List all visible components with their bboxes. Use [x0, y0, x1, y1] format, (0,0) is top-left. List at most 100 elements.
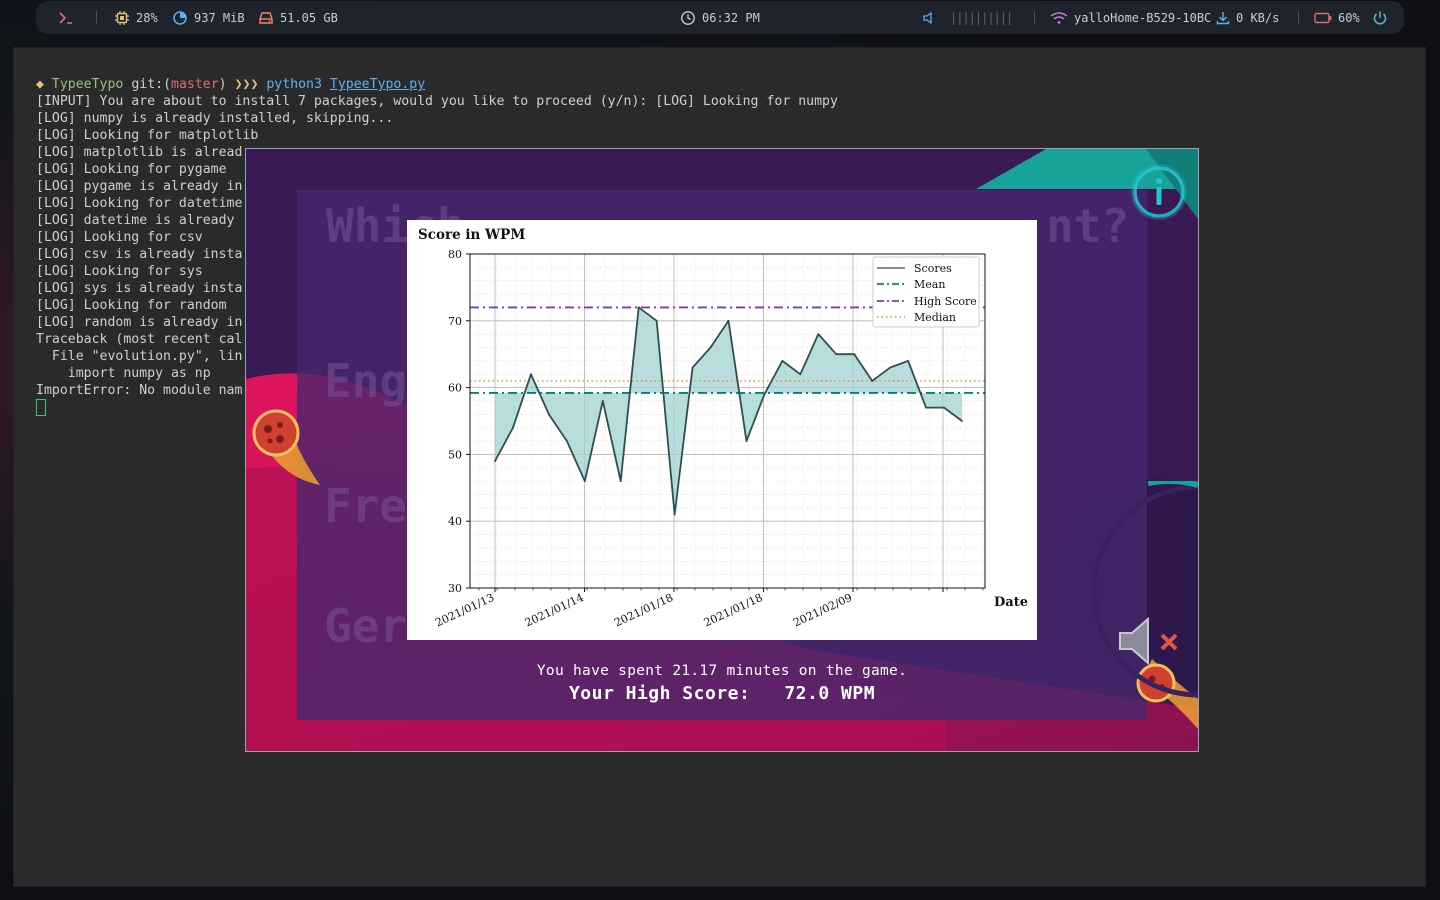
score-point — [781, 359, 784, 362]
clock-time: 06:32 PM — [702, 10, 760, 25]
x-tick-label: 2021/02/09 — [791, 591, 854, 630]
clock-icon — [680, 10, 696, 26]
output-line: [LOG] Looking for matplotlib — [36, 128, 259, 143]
battery-level: 60% — [1338, 10, 1360, 25]
terminal-cursor — [36, 399, 46, 416]
score-point — [494, 460, 496, 462]
x-tick-label: 2021/01/13 — [433, 591, 496, 630]
y-tick-label: 30 — [448, 582, 462, 595]
y-tick-label: 50 — [448, 448, 462, 461]
cpu-icon — [114, 10, 130, 26]
score-point — [530, 373, 532, 376]
net-speed: 0 KB/s — [1236, 10, 1280, 25]
volume-level[interactable]: |||||||||| — [950, 11, 1013, 25]
score-point — [925, 406, 927, 409]
score-chart-svg: 30 40 50 60 70 80 2021/01/13 2021/01/14 2021/01/… — [418, 227, 1028, 630]
wifi-icon — [1050, 11, 1068, 25]
output-line: [LOG] matplotlib is alread — [36, 145, 243, 160]
score-point — [871, 380, 874, 382]
output-line: File "evolution.py", lin — [36, 349, 243, 364]
output-line: [LOG] pygame is already in — [36, 179, 243, 194]
y-tick-label: 60 — [448, 382, 462, 395]
bg-word: nt? — [1046, 199, 1130, 253]
info-icon[interactable] — [1130, 163, 1188, 221]
score-point — [601, 400, 604, 402]
power-button[interactable] — [1372, 1, 1388, 34]
score-point — [961, 420, 963, 422]
game-window[interactable]: Which nt? Eng Fre Ger 30 40 50 60 70 80 … — [245, 148, 1199, 752]
score-point — [547, 413, 550, 416]
wifi-widget[interactable]: yalloHome-B529-10BC — [1050, 1, 1211, 34]
prompt-symbol: ◆ — [36, 77, 44, 92]
download-icon — [1216, 11, 1230, 25]
score-point — [943, 406, 945, 409]
score-point — [512, 426, 514, 429]
cpu-usage: 28% — [136, 10, 158, 25]
chart-legend: Scores Mean High Score Median — [872, 256, 980, 328]
scores-fill-area — [495, 307, 962, 515]
disk-widget[interactable]: 51.05 GB — [258, 1, 338, 34]
clock-widget[interactable]: 06:32 PM — [680, 1, 760, 34]
output-line: [LOG] Looking for random — [36, 298, 227, 313]
disk-icon — [258, 10, 274, 26]
prompt-arrows: ❯❯❯ — [234, 77, 259, 92]
ram-widget[interactable]: 937 MiB — [172, 1, 245, 34]
y-tick-label: 40 — [448, 515, 462, 528]
score-point — [853, 353, 856, 356]
output-line: [LOG] numpy is already installed, skippi… — [36, 111, 394, 126]
high-score-message: Your High Score: 72.0 WPM — [568, 683, 876, 704]
command: python3 — [266, 77, 322, 92]
output-line: Traceback (most recent cal — [36, 332, 243, 347]
git-branch: master — [171, 77, 219, 92]
y-tick-label: 80 — [448, 248, 462, 261]
terminal-launcher[interactable] — [58, 1, 74, 34]
score-point — [907, 359, 910, 362]
ram-usage: 937 MiB — [194, 10, 245, 25]
mute-icon[interactable] — [1114, 611, 1184, 671]
terminal-prompt-icon — [58, 11, 74, 25]
score-point — [835, 353, 838, 356]
score-point — [691, 366, 694, 369]
output-line: import numpy as np — [36, 366, 211, 381]
network-speed-widget[interactable]: 0 KB/s — [1216, 1, 1279, 34]
script-file-link[interactable]: TypeeTypo.py — [330, 77, 425, 92]
score-point — [619, 480, 622, 483]
legend-label: High Score — [914, 295, 977, 308]
score-point — [763, 393, 766, 396]
score-point — [709, 346, 712, 349]
y-tick-label: 70 — [448, 315, 462, 328]
wifi-ssid: yalloHome-B529-10BC — [1074, 10, 1212, 25]
score-point — [745, 440, 748, 442]
output-line: [LOG] sys is already insta — [36, 281, 243, 296]
output-line: [LOG] csv is already insta — [36, 247, 243, 262]
status-bar: 28% 937 MiB 51.05 GB 06:32 PM ||||||||||… — [36, 1, 1404, 34]
bg-word: Eng — [324, 354, 408, 408]
disk-usage: 51.05 GB — [280, 10, 338, 25]
prompt-dir: TypeeTypo — [51, 77, 124, 92]
output-line: [INPUT] You are about to install 7 packa… — [36, 94, 838, 109]
x-tick-label: 2021/01/18 — [702, 591, 765, 630]
bg-word: Ger — [324, 599, 408, 653]
x-axis-label: Date — [994, 595, 1028, 610]
git-prefix: git:( — [131, 77, 172, 92]
x-tick-label: 2021/01/14 — [523, 591, 586, 630]
score-point — [889, 366, 892, 369]
output-line: [LOG] datetime is already — [36, 213, 235, 228]
time-spent-message: You have spent 21.17 minutes on the game… — [536, 663, 908, 679]
score-point — [727, 319, 730, 322]
chart-title: Score in WPM — [418, 227, 525, 243]
volume-widget[interactable]: |||||||||| — [922, 1, 1013, 34]
output-line: [LOG] Looking for sys — [36, 264, 203, 279]
output-line: [LOG] Looking for csv — [36, 230, 203, 245]
x-tick-label: 2021/01/18 — [612, 591, 675, 630]
legend-label: Median — [914, 311, 956, 324]
ram-pie-icon — [172, 10, 188, 26]
output-line: [LOG] random is already in — [36, 315, 243, 330]
output-line: [LOG] Looking for datetime — [36, 196, 243, 211]
cpu-widget[interactable]: 28% — [114, 1, 158, 34]
score-point — [673, 513, 676, 516]
battery-widget[interactable]: 60% — [1314, 1, 1360, 34]
output-line: ImportError: No module nam — [36, 383, 243, 398]
score-point — [565, 440, 568, 442]
power-icon — [1372, 10, 1388, 26]
